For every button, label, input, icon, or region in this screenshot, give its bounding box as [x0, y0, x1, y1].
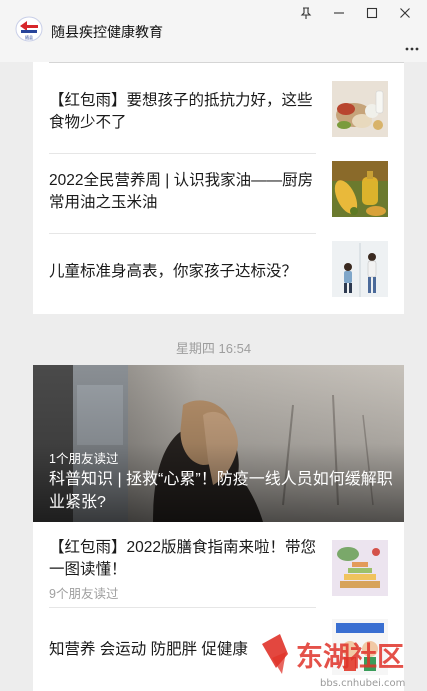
watermark-logo: 东湖社区 bbs.cnhubei.com	[262, 634, 405, 689]
article-title[interactable]: 科普知识 | 拯救“心累”！防疫一线人员如何缓解职业紧张?	[49, 468, 395, 514]
message-time-label: 星期四 16:54	[175, 341, 252, 356]
article-item[interactable]: 2022全民营养周 | 认识我家油——厨房常用油之玉米油	[49, 154, 388, 234]
article-title[interactable]: 【红包雨】要想孩子的抵抗力好，这些食物少不了	[49, 90, 317, 134]
more-dots-icon[interactable]	[405, 38, 419, 54]
svg-text:随县: 随县	[25, 34, 33, 40]
article-item[interactable]: 儿童标准身高表，你家孩子达标没？	[49, 234, 388, 314]
read-count: 1个朋友读过	[49, 452, 119, 466]
svg-text:bbs.cnhubei.com: bbs.cnhubei.com	[320, 678, 405, 689]
maximize-icon[interactable]	[355, 4, 388, 22]
children-height-thumbnail	[332, 241, 388, 297]
food-table-thumbnail	[332, 81, 388, 137]
article-group-card: 【红包雨】要想孩子的抵抗力好，这些食物少不了 2022全民营养周 | 认识我家油…	[33, 62, 404, 314]
close-icon[interactable]	[388, 4, 421, 22]
account-logo[interactable]: 随县	[15, 15, 43, 43]
corn-oil-thumbnail	[332, 161, 388, 217]
article-title[interactable]: 2022全民营养周 | 认识我家油——厨房常用油之玉米油	[49, 170, 317, 214]
article-title[interactable]: 儿童标准身高表，你家孩子达标没？	[49, 261, 317, 283]
divider	[49, 62, 404, 63]
minimize-icon[interactable]	[322, 4, 355, 22]
pin-icon[interactable]	[289, 4, 322, 22]
title-bar: 随县 随县疾控健康教育	[0, 0, 427, 62]
article-item[interactable]: 【红包雨】要想孩子的抵抗力好，这些食物少不了	[49, 74, 388, 154]
dietary-pyramid-thumbnail	[332, 540, 388, 596]
hero-article[interactable]: 1个朋友读过 科普知识 | 拯救“心累”！防疫一线人员如何缓解职业紧张?	[33, 365, 404, 522]
read-count: 9个朋友读过	[49, 587, 119, 601]
article-title[interactable]: 【红包雨】2022版膳食指南来啦！带您一图读懂！	[49, 537, 317, 581]
article-item[interactable]: 【红包雨】2022版膳食指南来啦！带您一图读懂！ 9个朋友读过	[49, 522, 388, 608]
account-name[interactable]: 随县疾控健康教育	[51, 22, 163, 42]
svg-text:东湖社区: 东湖社区	[296, 641, 404, 673]
